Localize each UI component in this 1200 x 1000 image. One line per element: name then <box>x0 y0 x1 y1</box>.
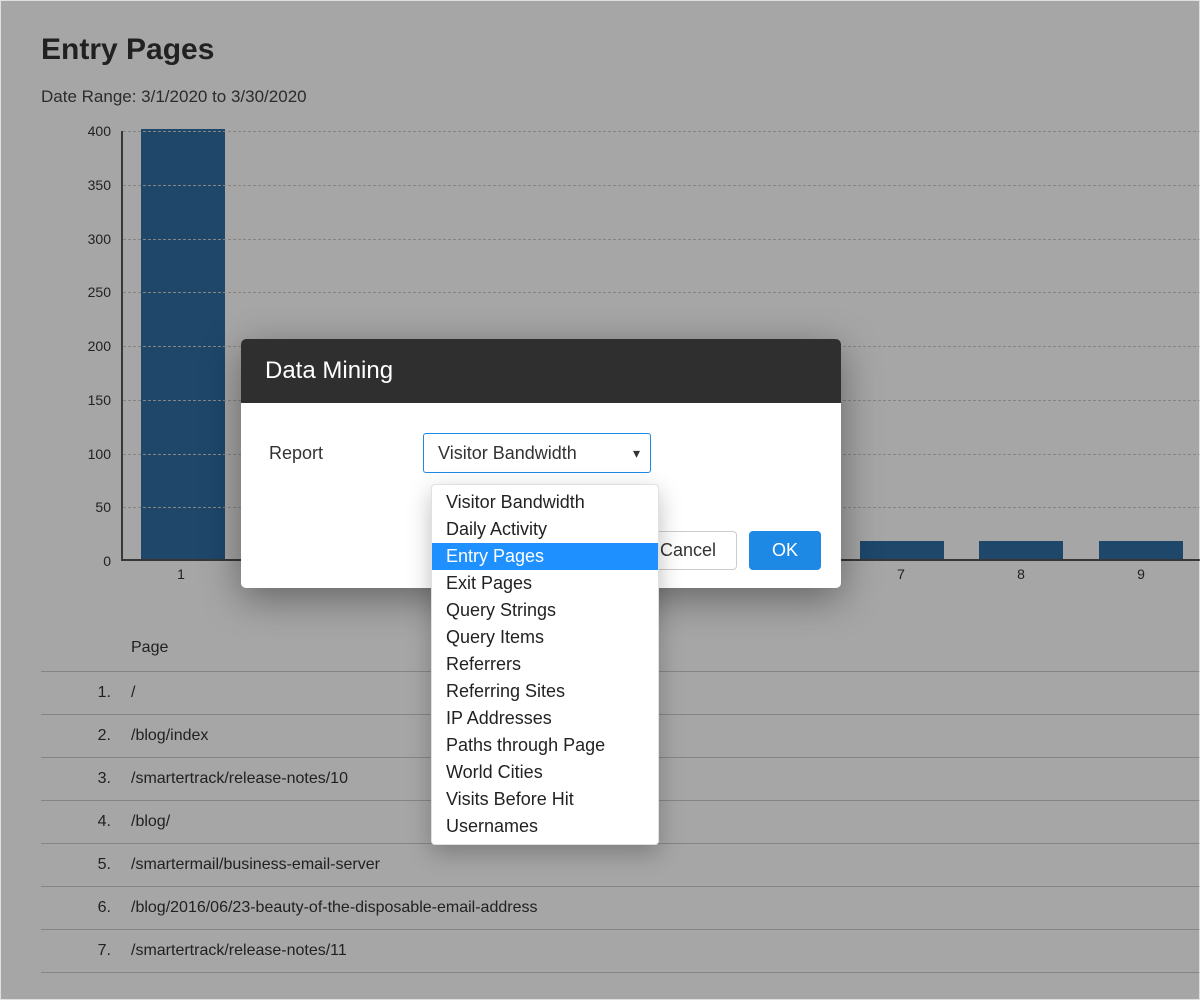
chevron-down-icon: ▾ <box>633 445 640 462</box>
modal-title: Data Mining <box>265 357 817 385</box>
dropdown-item[interactable]: Visits Before Hit <box>432 786 658 813</box>
dropdown-item[interactable]: Referring Sites <box>432 678 658 705</box>
modal-body: Report Visitor Bandwidth ▾ <box>241 403 841 483</box>
report-select[interactable]: Visitor Bandwidth ▾ <box>423 433 651 473</box>
dropdown-item[interactable]: Daily Activity <box>432 516 658 543</box>
dropdown-item[interactable]: Entry Pages <box>432 543 658 570</box>
dropdown-item[interactable]: Paths through Page <box>432 732 658 759</box>
modal-header: Data Mining <box>241 339 841 403</box>
dropdown-item[interactable]: Referrers <box>432 651 658 678</box>
report-select-value: Visitor Bandwidth <box>438 443 577 464</box>
dropdown-item[interactable]: Exit Pages <box>432 570 658 597</box>
ok-button[interactable]: OK <box>749 531 821 570</box>
dropdown-item[interactable]: Usernames <box>432 813 658 840</box>
report-dropdown[interactable]: Visitor BandwidthDaily ActivityEntry Pag… <box>431 484 659 845</box>
report-label: Report <box>269 443 323 464</box>
dropdown-item[interactable]: World Cities <box>432 759 658 786</box>
dropdown-item[interactable]: IP Addresses <box>432 705 658 732</box>
dropdown-item[interactable]: Query Items <box>432 624 658 651</box>
dropdown-item[interactable]: Visitor Bandwidth <box>432 489 658 516</box>
dropdown-item[interactable]: Query Strings <box>432 597 658 624</box>
